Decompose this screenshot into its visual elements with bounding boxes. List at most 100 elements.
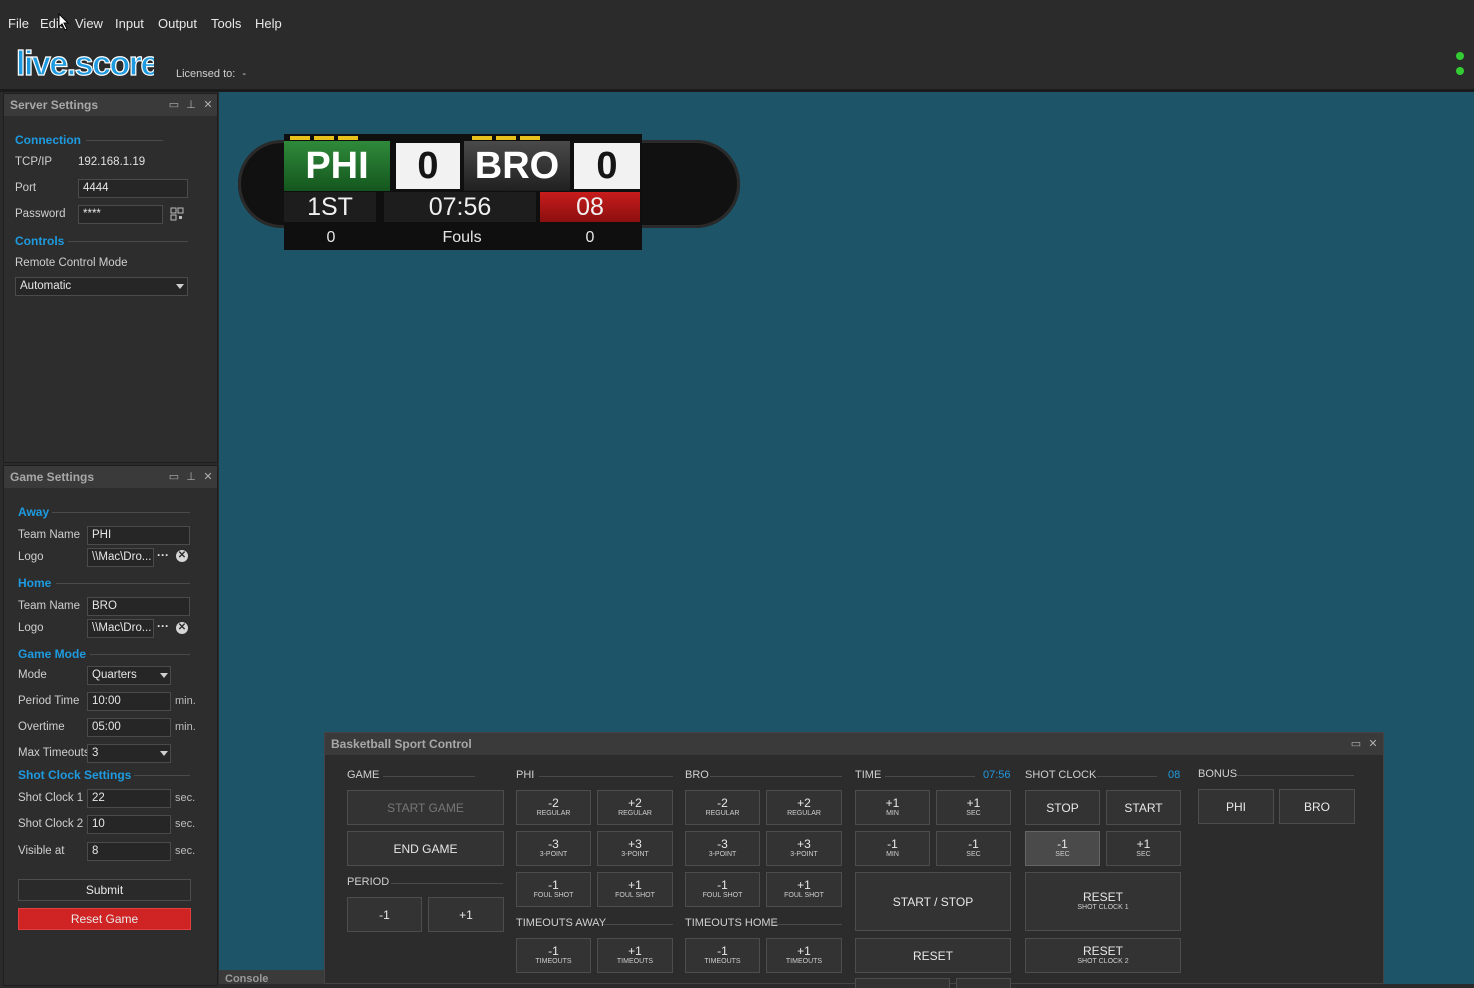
phi-plus-1-button[interactable]: +1 FOUL SHOT	[597, 872, 673, 907]
time-minus-min-button[interactable]: -1 MIN	[855, 831, 930, 866]
button-label: -2	[548, 796, 559, 810]
password-field[interactable]: ****	[78, 205, 163, 224]
close-icon[interactable]: ✕	[202, 466, 214, 488]
button-label: +1	[797, 944, 811, 958]
button-label: +3	[797, 837, 811, 851]
time-minus-sec-button[interactable]: -1 SEC	[936, 831, 1011, 866]
bro-plus-3-button[interactable]: +3 3-POINT	[766, 831, 842, 866]
away-team-name: PHI	[284, 141, 390, 191]
shot-clock-1-label: Shot Clock 1	[18, 792, 84, 804]
pin-icon[interactable]: ⊥	[185, 466, 197, 488]
away-logo-field[interactable]: \\Mac\Dro...	[87, 548, 154, 567]
unit-label: sec.	[175, 792, 196, 804]
phi-minus-3-button[interactable]: -3 3-POINT	[516, 831, 591, 866]
panel-title: Basketball Sport Control	[325, 733, 1383, 755]
button-sublabel: SEC	[1136, 851, 1151, 858]
bro-minus-2-button[interactable]: -2 REGULAR	[685, 790, 760, 825]
shot-clock-1-field[interactable]: 22	[87, 789, 171, 808]
away-timeout-indicator	[338, 136, 358, 140]
console-tab[interactable]: Console	[219, 970, 324, 985]
remote-mode-select[interactable]: Automatic	[15, 277, 188, 296]
pin-icon[interactable]: ⊥	[185, 94, 197, 116]
close-icon[interactable]: ✕	[1367, 733, 1379, 755]
reset-shot-clock-1-button[interactable]: RESET SHOT CLOCK 1	[1025, 872, 1181, 931]
shot-clock-start-button[interactable]: START	[1106, 790, 1181, 825]
time-start-stop-button[interactable]: START / STOP	[855, 872, 1011, 931]
button-label: -1	[887, 837, 898, 851]
phi-minus-2-button[interactable]: -2 REGULAR	[516, 790, 591, 825]
overtime-field[interactable]: 05:00	[87, 718, 171, 737]
button-sublabel: SEC	[966, 851, 981, 858]
phi-plus-3-button[interactable]: +3 3-POINT	[597, 831, 673, 866]
maximize-icon[interactable]: ▭	[168, 94, 180, 116]
qr-code-icon[interactable]	[170, 207, 184, 221]
button-label: +1	[966, 796, 981, 810]
time-extra-button[interactable]	[956, 978, 1011, 988]
mode-select[interactable]: Quarters	[87, 666, 171, 685]
max-timeouts-select[interactable]: 3	[87, 744, 171, 763]
timeouts-away-minus-button[interactable]: -1 TIMEOUTS	[516, 938, 591, 973]
shot-clock-minus-sec-button[interactable]: -1 SEC	[1025, 831, 1100, 866]
visible-at-field[interactable]: 8	[87, 842, 171, 861]
menu-help[interactable]: Help	[255, 16, 282, 31]
shot-clock-value: 08	[1168, 769, 1181, 781]
menu-tools[interactable]: Tools	[211, 16, 241, 31]
home-logo-label: Logo	[18, 622, 44, 634]
port-field[interactable]: 4444	[78, 179, 188, 198]
browse-icon[interactable]: ···	[157, 548, 169, 562]
clear-icon[interactable]: ✕	[176, 622, 188, 634]
remote-mode-value: Automatic	[20, 280, 72, 292]
shot-clock-plus-sec-button[interactable]: +1 SEC	[1106, 831, 1181, 866]
shot-clock-2-field[interactable]: 10	[87, 815, 171, 834]
browse-icon[interactable]: ···	[157, 619, 169, 633]
phi-plus-2-button[interactable]: +2 REGULAR	[597, 790, 673, 825]
timeouts-away-plus-button[interactable]: +1 TIMEOUTS	[597, 938, 673, 973]
bro-minus-1-button[interactable]: -1 FOUL SHOT	[685, 872, 760, 907]
button-sublabel: FOUL SHOT	[702, 892, 743, 899]
bonus-bro-button[interactable]: BRO	[1279, 789, 1355, 824]
menu-input[interactable]: Input	[115, 16, 144, 31]
time-plus-min-button[interactable]: +1 MIN	[855, 790, 930, 825]
max-timeouts-label: Max Timeouts	[18, 747, 90, 759]
time-plus-sec-button[interactable]: +1 SEC	[936, 790, 1011, 825]
time-reset-button[interactable]: RESET	[855, 938, 1011, 973]
bonus-phi-button[interactable]: PHI	[1198, 789, 1274, 824]
away-score: 0	[396, 143, 460, 189]
divider	[1097, 776, 1157, 777]
end-game-button[interactable]: END GAME	[347, 831, 504, 866]
shot-clock-stop-button[interactable]: STOP	[1025, 790, 1100, 825]
group-bonus: BONUS	[1198, 768, 1238, 780]
menu-view[interactable]: View	[75, 16, 103, 31]
timeouts-home-plus-button[interactable]: +1 TIMEOUTS	[766, 938, 842, 973]
start-game-button[interactable]: START GAME	[347, 790, 504, 825]
timeouts-home-minus-button[interactable]: -1 TIMEOUTS	[685, 938, 760, 973]
away-team-name-field[interactable]: PHI	[87, 526, 190, 545]
bro-plus-2-button[interactable]: +2 REGULAR	[766, 790, 842, 825]
menu-output[interactable]: Output	[158, 16, 197, 31]
maximize-icon[interactable]: ▭	[168, 466, 180, 488]
submit-button[interactable]: Submit	[18, 879, 191, 901]
home-logo-field[interactable]: \\Mac\Dro...	[87, 619, 154, 638]
time-extra-button[interactable]	[855, 978, 950, 988]
close-icon[interactable]: ✕	[202, 94, 214, 116]
group-timeouts-home: TIMEOUTS HOME	[685, 917, 778, 929]
licensed-value: -	[242, 68, 247, 80]
away-timeout-indicator	[314, 136, 334, 140]
button-sublabel: REGULAR	[618, 810, 652, 817]
period-plus-button[interactable]: +1	[428, 897, 504, 932]
reset-game-button[interactable]: Reset Game	[18, 908, 191, 930]
period-minus-button[interactable]: -1	[347, 897, 422, 932]
clear-icon[interactable]: ✕	[176, 550, 188, 562]
phi-minus-1-button[interactable]: -1 FOUL SHOT	[516, 872, 591, 907]
button-label: -1	[968, 837, 979, 851]
maximize-icon[interactable]: ▭	[1350, 733, 1362, 755]
menu-file[interactable]: File	[8, 16, 29, 31]
home-team-name-field[interactable]: BRO	[87, 597, 190, 616]
bro-plus-1-button[interactable]: +1 FOUL SHOT	[766, 872, 842, 907]
button-label: -1	[379, 907, 390, 922]
section-away: Away	[18, 505, 50, 519]
period-time-field[interactable]: 10:00	[87, 692, 171, 711]
away-team-name-label: Team Name	[18, 529, 80, 541]
bro-minus-3-button[interactable]: -3 3-POINT	[685, 831, 760, 866]
reset-shot-clock-2-button[interactable]: RESET SHOT CLOCK 2	[1025, 938, 1181, 973]
